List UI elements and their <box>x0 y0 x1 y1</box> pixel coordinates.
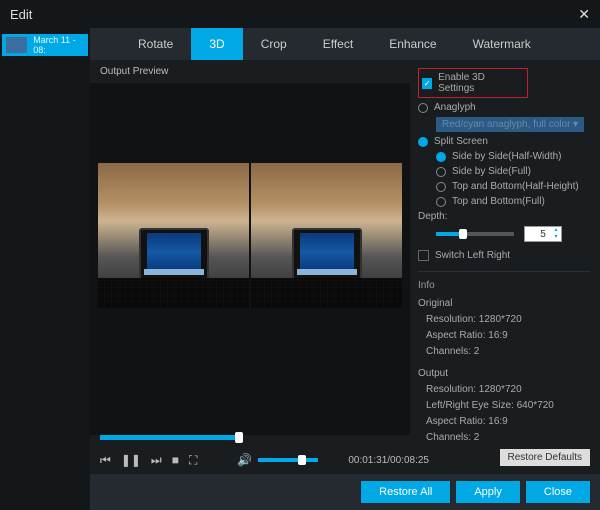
preview-panel: Output Preview <box>90 60 410 474</box>
tab-rotate[interactable]: Rotate <box>120 28 191 60</box>
check-icon <box>418 250 429 261</box>
stop-icon[interactable]: ■ <box>172 453 179 467</box>
window-body: March 11 - 08: Rotate 3D Crop Effect Enh… <box>0 28 600 510</box>
original-resolution: Resolution: 1280*720 <box>426 312 590 328</box>
tab-3d[interactable]: 3D <box>191 28 242 60</box>
output-aspect: Aspect Ratio: 16:9 <box>426 414 590 430</box>
sbs-half-radio[interactable]: Side by Side(Half-Width) <box>418 151 590 162</box>
sbs-full-label: Side by Side(Full) <box>452 166 531 177</box>
radio-icon <box>418 137 428 147</box>
depth-slider[interactable] <box>436 232 514 236</box>
volume-control: 🔊 <box>237 453 318 467</box>
tab-watermark[interactable]: Watermark <box>455 28 549 60</box>
radio-icon <box>436 182 446 192</box>
radio-icon <box>418 103 428 113</box>
radio-icon <box>436 167 446 177</box>
split-view <box>98 163 402 308</box>
output-resolution: Resolution: 1280*720 <box>426 382 590 398</box>
anaglyph-mode-value: Red/cyan anaglyph, full color <box>442 119 570 130</box>
chevron-down-icon: ▾ <box>573 119 578 130</box>
tb-full-label: Top and Bottom(Full) <box>452 196 545 207</box>
anaglyph-label: Anaglyph <box>434 102 476 113</box>
close-icon[interactable]: ✕ <box>578 6 590 23</box>
sbs-full-radio[interactable]: Side by Side(Full) <box>418 166 590 177</box>
volume-icon[interactable]: 🔊 <box>237 453 252 467</box>
window-title: Edit <box>10 7 32 22</box>
close-button[interactable]: Close <box>526 481 590 503</box>
preview-label: Output Preview <box>90 60 410 83</box>
thumbnail-date: March 11 - 08: <box>33 35 84 55</box>
restore-defaults-button[interactable]: Restore Defaults <box>500 449 590 466</box>
thumbnail-image <box>6 37 27 53</box>
tb-half-label: Top and Bottom(Half-Height) <box>452 181 579 192</box>
radio-icon <box>436 152 446 162</box>
seek-bar[interactable] <box>100 435 400 440</box>
radio-icon <box>436 197 446 207</box>
main-area: Rotate 3D Crop Effect Enhance Watermark … <box>90 28 600 510</box>
tab-effect[interactable]: Effect <box>305 28 371 60</box>
footer-bar: Restore All Apply Close <box>90 474 600 510</box>
tab-enhance[interactable]: Enhance <box>371 28 454 60</box>
output-heading: Output <box>418 366 590 382</box>
check-icon: ✓ <box>422 78 432 89</box>
tb-full-radio[interactable]: Top and Bottom(Full) <box>418 196 590 207</box>
tb-half-radio[interactable]: Top and Bottom(Half-Height) <box>418 181 590 192</box>
edit-window: Edit ✕ March 11 - 08: Rotate 3D Crop Eff… <box>0 0 600 510</box>
depth-input[interactable]: 5 ▴▾ <box>524 226 562 242</box>
info-heading: Info <box>418 278 590 294</box>
split-screen-label: Split Screen <box>434 136 488 147</box>
content-area: Output Preview <box>90 60 600 474</box>
anaglyph-mode-select[interactable]: Red/cyan anaglyph, full color ▾ <box>436 117 584 132</box>
output-eye-size: Left/Right Eye Size: 640*720 <box>426 398 590 414</box>
divider <box>418 271 590 272</box>
original-aspect: Aspect Ratio: 16:9 <box>426 328 590 344</box>
left-eye-view <box>98 163 249 308</box>
info-block: Info Original Resolution: 1280*720 Aspec… <box>418 278 590 446</box>
enable-3d-label: Enable 3D Settings <box>438 72 517 94</box>
video-preview[interactable] <box>90 83 410 435</box>
sidebar: March 11 - 08: <box>0 28 90 510</box>
depth-value: 5 <box>540 229 546 240</box>
player-controls: ⏮ ❚❚ ⏭ ■ ⛶ 🔊 00:01:31/00:08:25 <box>90 446 410 474</box>
titlebar: Edit ✕ <box>0 0 600 28</box>
anaglyph-radio[interactable]: Anaglyph <box>418 102 590 113</box>
original-heading: Original <box>418 296 590 312</box>
switch-lr-label: Switch Left Right <box>435 250 510 261</box>
prev-icon[interactable]: ⏮ <box>100 453 111 468</box>
pause-icon[interactable]: ❚❚ <box>121 453 141 467</box>
right-eye-view <box>251 163 402 308</box>
switch-lr-checkbox[interactable]: Switch Left Right <box>418 250 590 261</box>
next-icon[interactable]: ⏭ <box>151 453 162 468</box>
settings-panel: ✓ Enable 3D Settings Anaglyph Red/cyan a… <box>410 60 600 474</box>
sbs-half-label: Side by Side(Half-Width) <box>452 151 561 162</box>
tab-bar: Rotate 3D Crop Effect Enhance Watermark <box>90 28 600 60</box>
depth-spinner[interactable]: ▴▾ <box>552 227 560 241</box>
output-channels: Channels: 2 <box>426 430 590 446</box>
fullscreen-icon[interactable]: ⛶ <box>189 453 197 468</box>
split-screen-radio[interactable]: Split Screen <box>418 136 590 147</box>
enable-3d-checkbox[interactable]: ✓ Enable 3D Settings <box>418 68 528 98</box>
clip-thumbnail[interactable]: March 11 - 08: <box>2 34 88 56</box>
volume-slider[interactable] <box>258 458 318 462</box>
tab-crop[interactable]: Crop <box>243 28 305 60</box>
depth-label: Depth: <box>418 211 590 222</box>
apply-button[interactable]: Apply <box>456 481 520 503</box>
restore-all-button[interactable]: Restore All <box>361 481 450 503</box>
original-channels: Channels: 2 <box>426 344 590 360</box>
